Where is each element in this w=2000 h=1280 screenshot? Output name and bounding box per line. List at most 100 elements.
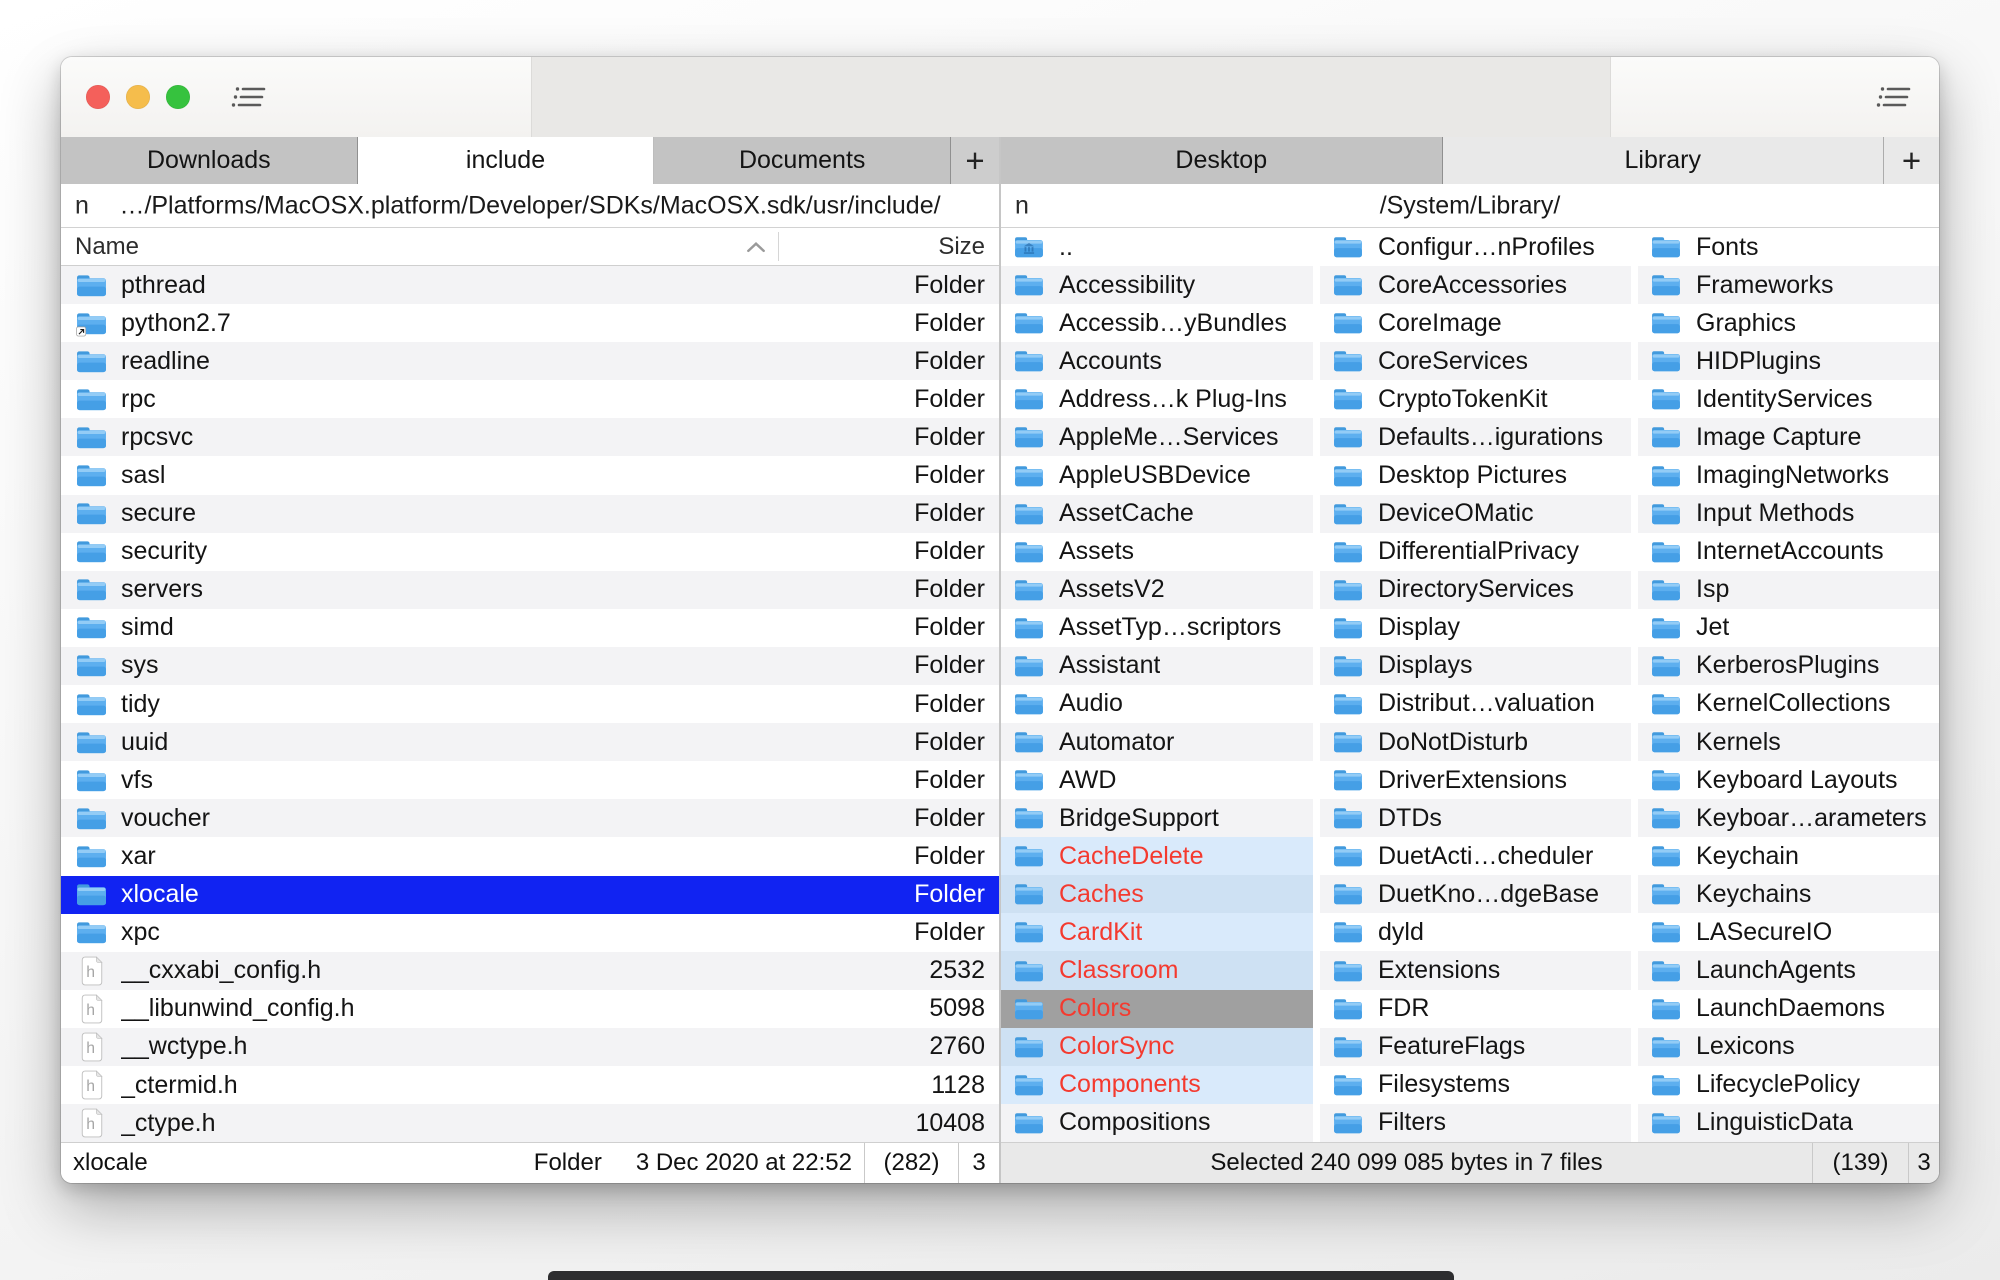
file-row[interactable]: CacheDelete — [1001, 837, 1313, 875]
file-row[interactable]: Assets — [1001, 533, 1313, 571]
file-row[interactable]: AppleUSBDevice — [1001, 456, 1313, 494]
file-row[interactable]: Isp — [1638, 571, 1939, 609]
file-row[interactable]: saslFolder — [61, 456, 999, 494]
file-row[interactable]: LASecureIO — [1638, 913, 1939, 951]
file-row[interactable]: Configur…nProfiles — [1320, 228, 1631, 266]
file-row[interactable]: LaunchDaemons — [1638, 990, 1939, 1028]
file-row[interactable]: AssetTyp…scriptors — [1001, 609, 1313, 647]
file-row[interactable]: Distribut…valuation — [1320, 685, 1631, 723]
file-row[interactable]: Input Methods — [1638, 495, 1939, 533]
file-row[interactable]: CoreAccessories — [1320, 266, 1631, 304]
file-row[interactable]: h__wctype.h2760 — [61, 1028, 999, 1066]
file-row[interactable]: h__libunwind_config.h5098 — [61, 990, 999, 1028]
file-row[interactable]: simdFolder — [61, 609, 999, 647]
column-divider[interactable] — [778, 232, 779, 261]
file-row[interactable]: securityFolder — [61, 533, 999, 571]
zoom-button[interactable] — [166, 85, 190, 109]
file-row[interactable]: KerberosPlugins — [1638, 647, 1939, 685]
file-row[interactable]: AWD — [1001, 761, 1313, 799]
file-row[interactable]: DifferentialPrivacy — [1320, 533, 1631, 571]
tab-library[interactable]: Library — [1443, 137, 1885, 184]
file-row[interactable]: h__cxxabi_config.h2532 — [61, 952, 999, 990]
file-row[interactable]: Accessib…yBundles — [1001, 304, 1313, 342]
file-row[interactable]: DriverExtensions — [1320, 761, 1631, 799]
file-row[interactable]: DeviceOMatic — [1320, 495, 1631, 533]
tab-include[interactable]: include — [358, 137, 655, 184]
file-row[interactable]: xpcFolder — [61, 914, 999, 952]
left-path-bar[interactable]: n …/Platforms/MacOSX.platform/Developer/… — [61, 184, 999, 228]
file-row[interactable]: Displays — [1320, 647, 1631, 685]
file-row[interactable]: IdentityServices — [1638, 380, 1939, 418]
file-row[interactable]: h_ctermid.h1128 — [61, 1066, 999, 1104]
file-row[interactable]: Lexicons — [1638, 1028, 1939, 1066]
file-row[interactable]: Accounts — [1001, 342, 1313, 380]
file-row[interactable]: Desktop Pictures — [1320, 456, 1631, 494]
file-row[interactable]: LifecyclePolicy — [1638, 1066, 1939, 1104]
file-row[interactable]: HIDPlugins — [1638, 342, 1939, 380]
file-row[interactable]: Keychain — [1638, 837, 1939, 875]
file-row[interactable]: pthreadFolder — [61, 266, 999, 304]
file-row[interactable]: Jet — [1638, 609, 1939, 647]
file-row[interactable]: LaunchAgents — [1638, 951, 1939, 989]
file-row[interactable]: ImagingNetworks — [1638, 456, 1939, 494]
file-row[interactable]: Kernels — [1638, 723, 1939, 761]
file-row[interactable]: rpcsvcFolder — [61, 418, 999, 456]
file-row[interactable]: DTDs — [1320, 799, 1631, 837]
file-row[interactable]: Automator — [1001, 723, 1313, 761]
file-row[interactable]: ColorSync — [1001, 1028, 1313, 1066]
file-row[interactable]: Display — [1320, 609, 1631, 647]
file-row[interactable]: Assistant — [1001, 647, 1313, 685]
parent-dir-row[interactable]: .. — [1001, 228, 1313, 266]
file-row[interactable]: voucherFolder — [61, 799, 999, 837]
file-row[interactable]: DuetActi…cheduler — [1320, 837, 1631, 875]
add-tab-button[interactable]: + — [951, 137, 999, 184]
file-row[interactable]: rpcFolder — [61, 380, 999, 418]
close-button[interactable] — [86, 85, 110, 109]
file-row[interactable]: FeatureFlags — [1320, 1028, 1631, 1066]
size-column-header[interactable]: Size — [938, 233, 985, 261]
file-row[interactable]: Extensions — [1320, 951, 1631, 989]
file-row[interactable]: Colors — [1001, 990, 1313, 1028]
file-row[interactable]: Keyboard Layouts — [1638, 761, 1939, 799]
file-row[interactable]: readlineFolder — [61, 342, 999, 380]
file-row[interactable]: CardKit — [1001, 913, 1313, 951]
right-path-bar[interactable]: n /System/Library/ — [1001, 184, 1939, 228]
file-row[interactable]: xarFolder — [61, 837, 999, 875]
file-row[interactable]: AssetsV2 — [1001, 571, 1313, 609]
file-row[interactable]: DuetKno…dgeBase — [1320, 875, 1631, 913]
name-column-header[interactable]: Name — [75, 233, 139, 261]
file-row[interactable]: DoNotDisturb — [1320, 723, 1631, 761]
file-row[interactable]: CryptoTokenKit — [1320, 380, 1631, 418]
file-row[interactable]: Keyboar…arameters — [1638, 799, 1939, 837]
file-row[interactable]: Filters — [1320, 1104, 1631, 1142]
file-row[interactable]: Frameworks — [1638, 266, 1939, 304]
file-row[interactable]: python2.7Folder — [61, 304, 999, 342]
file-row[interactable]: Keychains — [1638, 875, 1939, 913]
file-row[interactable]: dyld — [1320, 913, 1631, 951]
file-row[interactable]: uuidFolder — [61, 723, 999, 761]
file-row[interactable]: Classroom — [1001, 951, 1313, 989]
file-row[interactable]: Components — [1001, 1066, 1313, 1104]
file-row[interactable]: Defaults…igurations — [1320, 418, 1631, 456]
file-row[interactable]: InternetAccounts — [1638, 533, 1939, 571]
file-row[interactable]: serversFolder — [61, 571, 999, 609]
add-tab-button[interactable]: + — [1884, 137, 1939, 184]
file-row[interactable]: Accessibility — [1001, 266, 1313, 304]
file-row[interactable]: FDR — [1320, 990, 1631, 1028]
file-row[interactable]: secureFolder — [61, 495, 999, 533]
file-row[interactable]: Address…k Plug-Ins — [1001, 380, 1313, 418]
file-row[interactable]: Audio — [1001, 685, 1313, 723]
file-row[interactable]: xlocaleFolder — [61, 876, 999, 914]
file-row[interactable]: AssetCache — [1001, 495, 1313, 533]
file-row[interactable]: Filesystems — [1320, 1066, 1631, 1104]
minimize-button[interactable] — [126, 85, 150, 109]
tab-downloads[interactable]: Downloads — [61, 137, 358, 184]
file-row[interactable]: CoreServices — [1320, 342, 1631, 380]
file-row[interactable]: Compositions — [1001, 1104, 1313, 1142]
file-row[interactable]: tidyFolder — [61, 685, 999, 723]
file-row[interactable]: Caches — [1001, 875, 1313, 913]
tab-desktop[interactable]: Desktop — [1001, 137, 1443, 184]
file-row[interactable]: CoreImage — [1320, 304, 1631, 342]
file-row[interactable]: KernelCollections — [1638, 685, 1939, 723]
tab-documents[interactable]: Documents — [654, 137, 951, 184]
